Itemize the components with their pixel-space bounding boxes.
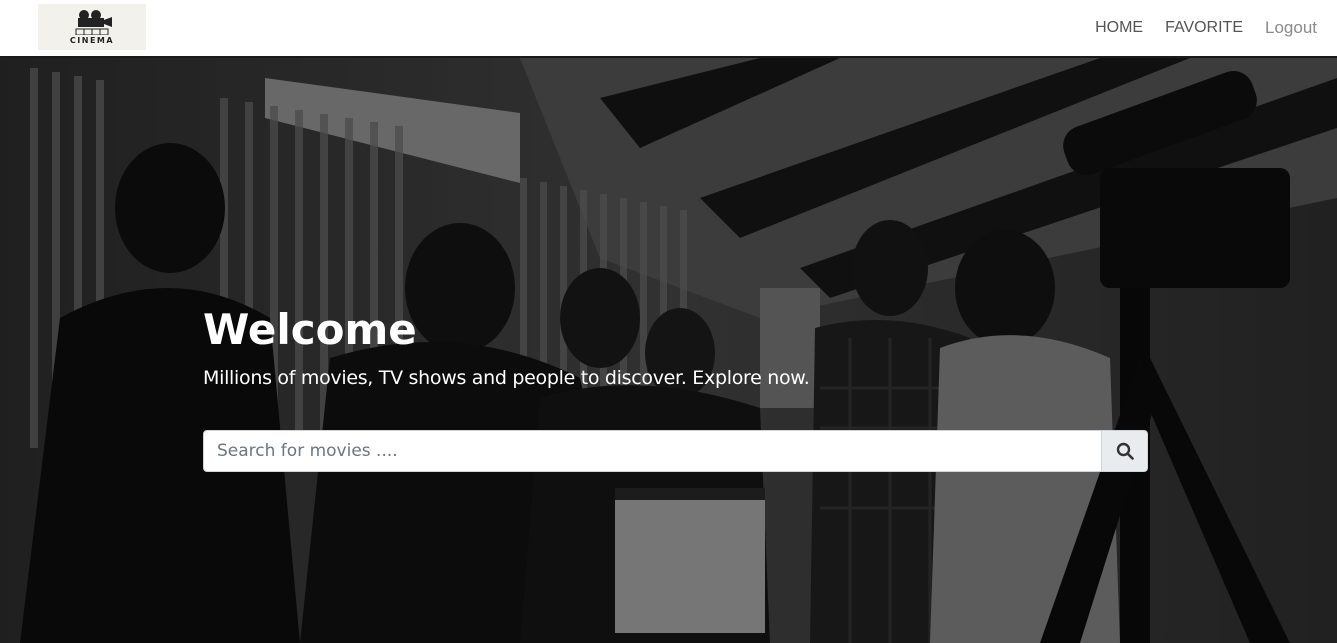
nav-links: HOME FAVORITE Logout [1073,0,1317,56]
cinema-logo[interactable]: CINEMA [38,4,146,50]
nav-home-link[interactable]: HOME [1095,19,1143,37]
logo-text: CINEMA [69,36,115,45]
navbar: CINEMA HOME FAVORITE Logout [0,0,1337,58]
hero-subtitle: Millions of movies, TV shows and people … [203,367,810,389]
film-camera-icon [75,10,112,35]
hero-section: Welcome Millions of movies, TV shows and… [0,58,1337,643]
search-bar [203,430,1148,472]
nav-favorite-link[interactable]: FAVORITE [1165,19,1243,37]
search-input[interactable] [203,430,1102,472]
search-button[interactable] [1102,430,1148,472]
hero-content: Welcome Millions of movies, TV shows and… [203,304,1148,472]
hero-title: Welcome [203,305,417,354]
nav-logout-link[interactable]: Logout [1265,18,1317,38]
search-icon [1116,442,1134,460]
